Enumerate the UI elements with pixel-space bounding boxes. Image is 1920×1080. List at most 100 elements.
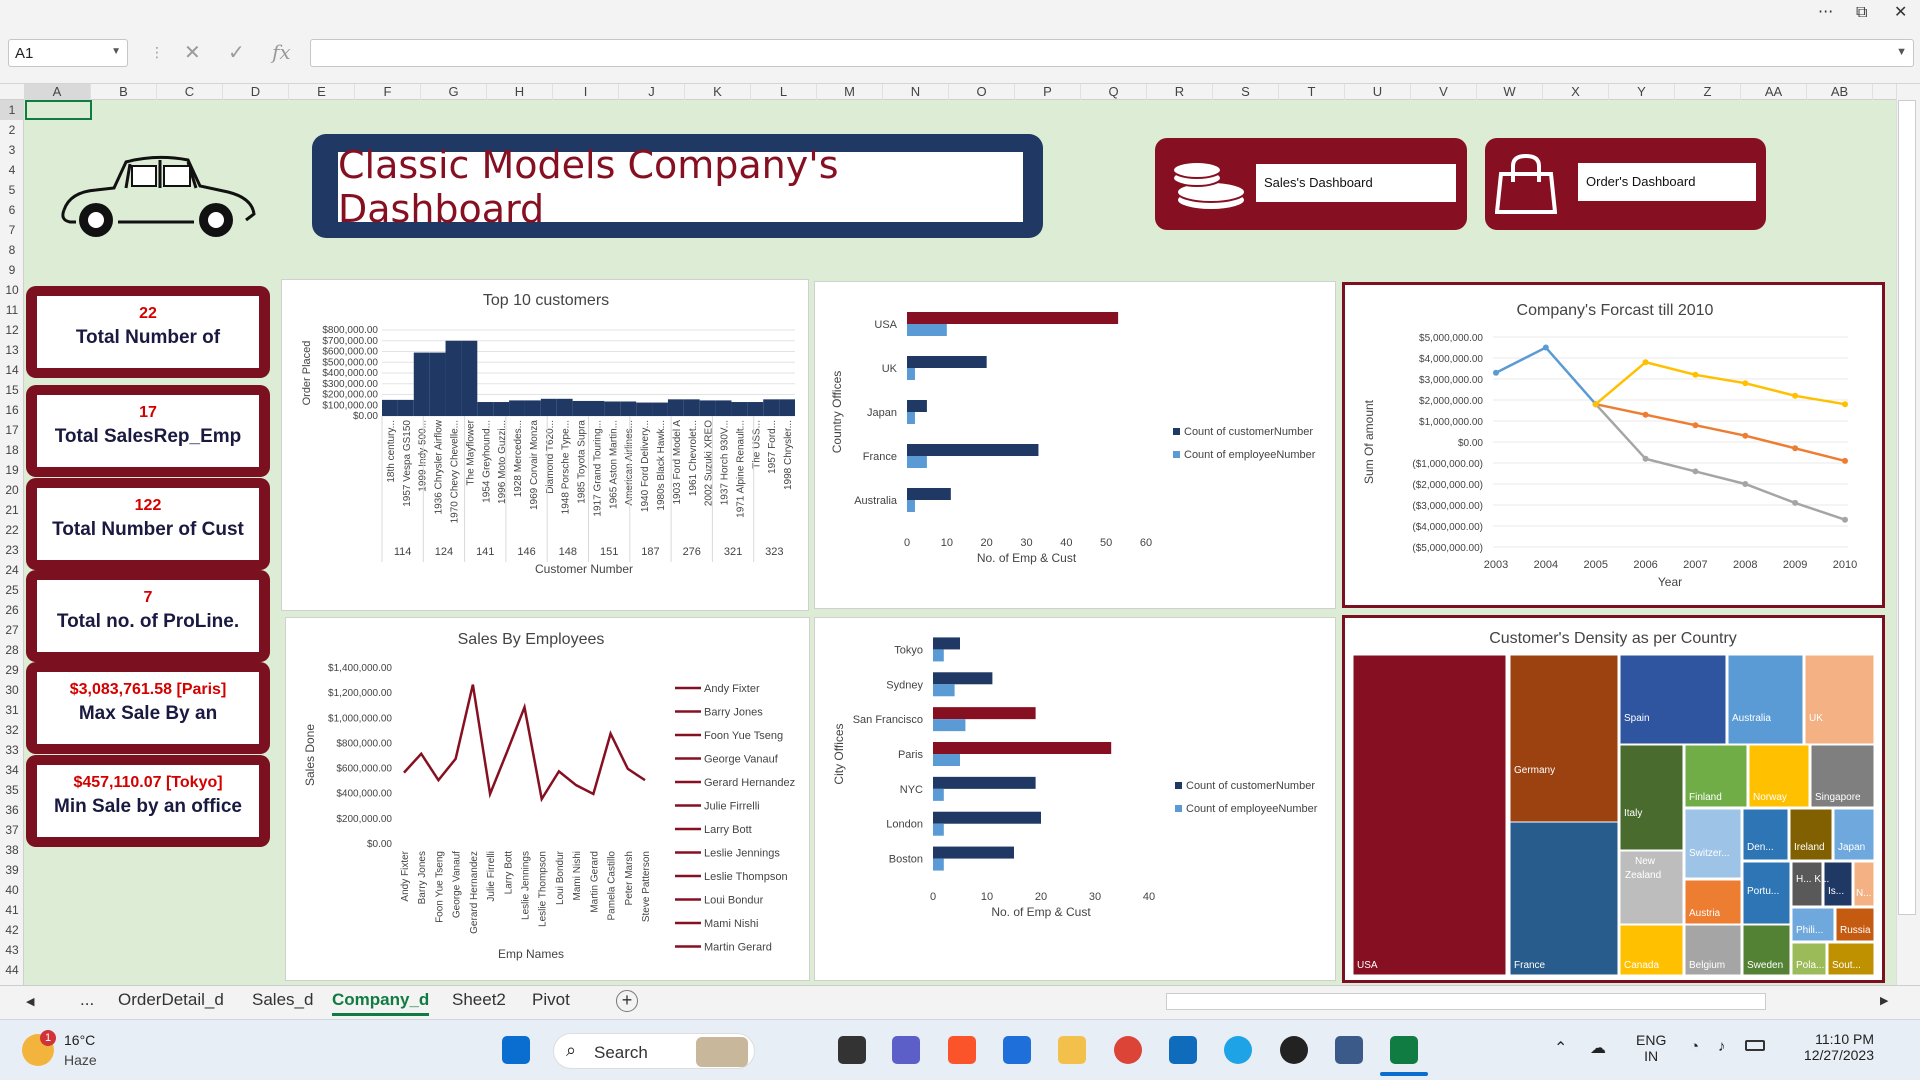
city-offices-chart-panel[interactable]: City Offices 0 10 20 30 40 No. of Emp & Cust To… [814, 617, 1336, 981]
task-view-icon[interactable] [838, 1036, 866, 1064]
cloud-icon[interactable]: ☁ [1590, 1038, 1606, 1058]
expand-formula-icon[interactable]: ▼ [1896, 46, 1907, 58]
x-tick-label: Julie Firrelli [486, 851, 497, 902]
clock[interactable]: 11:10 PM 12/27/2023 [1790, 1031, 1874, 1063]
x-tick-label: 1996 Moto Guzzi... [497, 420, 508, 504]
lang-top: ENG [1636, 1032, 1667, 1048]
forecast-chart: Company's Forcast till 2010 Sum Of amount… [1362, 302, 1857, 589]
horizontal-scrollbar[interactable] [1166, 993, 1766, 1010]
selected-cell[interactable] [25, 100, 92, 120]
hscroll-right-icon[interactable]: ▶ [1880, 994, 1888, 1007]
tab-prev-icon[interactable]: ◀ [26, 995, 34, 1008]
name-box[interactable]: A1 ▼ [8, 39, 128, 67]
tab-company[interactable]: Company_d [332, 990, 430, 1016]
legend-label: Barry Jones [704, 707, 763, 719]
chrome-icon[interactable] [1114, 1036, 1142, 1064]
x-tick-label: 1961 Chevrolet... [688, 420, 699, 496]
treemap-label: UK [1809, 713, 1823, 724]
enter-icon[interactable]: ✓ [228, 40, 245, 64]
data-point [1842, 516, 1848, 523]
order-dashboard-button[interactable]: Order's Dashboard [1485, 138, 1766, 230]
excel-icon[interactable] [1390, 1036, 1418, 1064]
restore-window-icon[interactable]: ⧉ [1856, 2, 1867, 22]
chevron-up-icon[interactable]: ⌃ [1554, 1038, 1567, 1058]
language-indicator[interactable]: ENG IN [1636, 1032, 1666, 1064]
order-dashboard-label[interactable]: Order's Dashboard [1578, 163, 1756, 201]
row-header: 26 [5, 603, 19, 617]
tab-orderdetail[interactable]: OrderDetail_d [118, 990, 224, 1010]
edge-icon[interactable] [1224, 1036, 1252, 1064]
row-header: 40 [5, 883, 19, 897]
bar-employee [907, 500, 915, 512]
treemap-label: Zealand [1625, 870, 1661, 881]
sales-by-employees-chart: Sales By Employees Sales Done Emp Names $1,… [303, 631, 795, 961]
row-header: 35 [5, 783, 19, 797]
insert-function-icon[interactable]: fx [272, 40, 291, 64]
formula-input[interactable]: ▼ [310, 39, 1914, 67]
weather-desc[interactable]: Haze [64, 1052, 97, 1068]
tab-more[interactable]: ... [80, 990, 94, 1010]
battery-icon[interactable] [1745, 1040, 1765, 1051]
column-header: J [619, 84, 685, 100]
close-window-icon[interactable]: ✕ [1894, 2, 1907, 21]
store-icon[interactable] [1169, 1036, 1197, 1064]
tab-sales[interactable]: Sales_d [252, 990, 313, 1010]
sales-dashboard-button[interactable]: Sales's Dashboard [1155, 138, 1467, 230]
forecast-chart-panel[interactable]: Company's Forcast till 2010 Sum Of amount… [1342, 282, 1885, 608]
remote-app-icon[interactable] [1335, 1036, 1363, 1064]
data-point [1742, 432, 1749, 439]
bar [683, 399, 700, 416]
wifi-icon[interactable]: ◔ [1690, 1038, 1699, 1055]
chat-icon[interactable] [892, 1036, 920, 1064]
y-tick-label: $0.00 [353, 411, 378, 422]
windows-start-icon[interactable] [502, 1036, 530, 1064]
vintage-car-icon [61, 155, 256, 237]
bar [731, 402, 748, 416]
lang-bottom: IN [1644, 1048, 1659, 1064]
kpi-customers: 122 Total Number of Cust [26, 478, 270, 570]
mail-icon[interactable] [1003, 1036, 1031, 1064]
add-sheet-button[interactable]: + [616, 990, 638, 1012]
drag-handle-icon[interactable]: ⋮ [150, 45, 164, 61]
column-header: M [817, 84, 883, 100]
treemap-label: Russia [1840, 925, 1871, 936]
y-tick-label: $400,000.00 [336, 789, 392, 800]
top-customers-chart-panel[interactable]: Top 10 customers Order Placed Customer Num… [281, 279, 809, 611]
y-tick-label: $800,000.00 [322, 325, 378, 336]
sales-dashboard-label[interactable]: Sales's Dashboard [1256, 164, 1456, 202]
y-tick-label: $0.00 [367, 839, 392, 850]
sales-by-employees-chart-panel[interactable]: Sales By Employees Sales Done Emp Names $1,… [285, 617, 810, 981]
group-label: 151 [600, 546, 618, 558]
chevron-down-icon[interactable]: ▼ [111, 46, 121, 57]
tab-pivot[interactable]: Pivot [532, 990, 570, 1010]
tab-sheet2[interactable]: Sheet2 [452, 990, 506, 1010]
more-options-icon[interactable]: ··· [1818, 2, 1833, 21]
data-point [1792, 499, 1799, 506]
weather-temp[interactable]: 16°C [64, 1032, 95, 1048]
country-offices-chart-panel[interactable]: Country Offices 0 10 20 30 40 50 60 No. of Emp &… [814, 281, 1336, 609]
vertical-scroll-thumb[interactable] [1898, 100, 1916, 915]
taskbar-search[interactable]: ⌕ Search [553, 1033, 755, 1069]
x-tick-label: 2010 [1833, 559, 1857, 571]
brave-browser-icon[interactable] [948, 1036, 976, 1064]
window-title-bar: ··· ⧉ ✕ [0, 0, 1920, 26]
file-explorer-icon[interactable] [1058, 1036, 1086, 1064]
row-header: 8 [8, 243, 16, 257]
y-tick-label: $800,000.00 [336, 738, 392, 749]
column-header: Y [1609, 84, 1675, 100]
x-tick-label: George Vanauf [452, 851, 463, 918]
treemap-label: Japan [1838, 842, 1865, 853]
bar-employee [907, 324, 947, 336]
column-header: Z [1675, 84, 1741, 100]
bar-customer [933, 776, 1036, 789]
obs-icon[interactable] [1280, 1036, 1308, 1064]
cancel-icon[interactable]: ✕ [184, 40, 201, 64]
volume-icon[interactable]: ♪ [1718, 1038, 1726, 1055]
group-label: 276 [683, 546, 701, 558]
customer-density-chart-panel[interactable]: Customer's Density as per Country USA Germ… [1342, 615, 1885, 983]
treemap-cell [1619, 744, 1684, 851]
treemap-label: Belgium [1689, 960, 1725, 971]
data-point [1493, 369, 1499, 376]
legend-label: Count of customerNumber [1184, 426, 1313, 438]
y-tick-label: $1,200,000.00 [328, 688, 392, 699]
